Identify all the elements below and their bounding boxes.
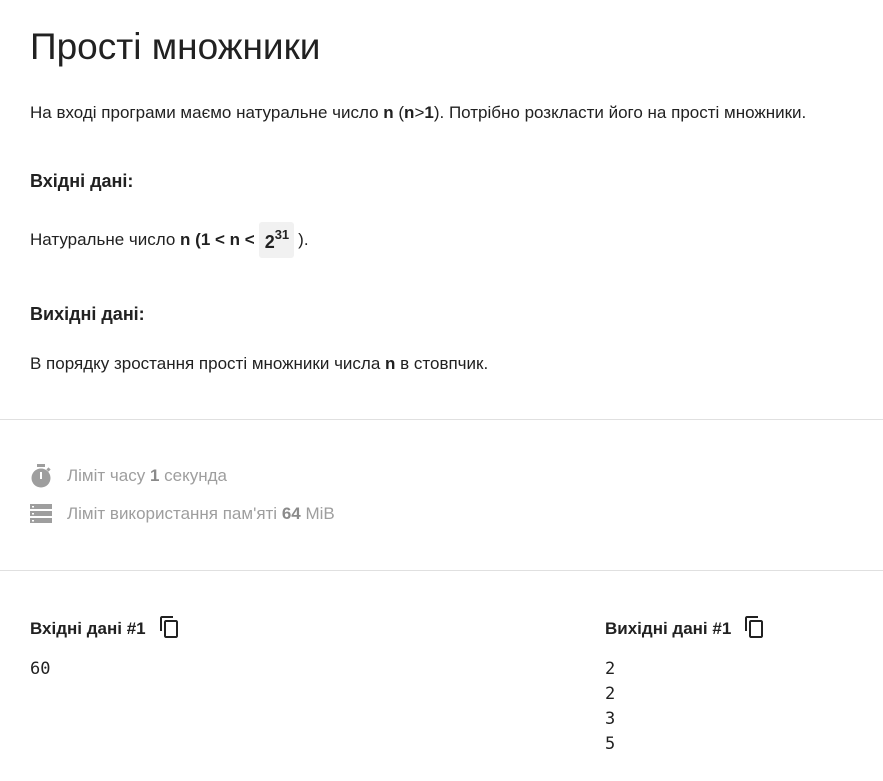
sample-input: Вхідні дані #1 60 — [30, 615, 180, 682]
input-text-after: ). — [298, 230, 309, 249]
input-heading: Вхідні дані: — [30, 171, 134, 191]
divider — [0, 570, 883, 571]
intro-paren: ( — [393, 103, 405, 122]
page-title: Прості множники — [30, 26, 321, 67]
memory-limit-unit: MiB — [300, 504, 335, 523]
sample-output: Вихідні дані #1 2 2 3 5 — [605, 615, 765, 757]
input-text-before: Натуральне число — [30, 230, 181, 249]
math-exponent: 31 — [274, 227, 290, 242]
sample-output-value: 2 2 3 5 — [605, 659, 616, 754]
output-description: В порядку зростання прості множники числ… — [30, 353, 853, 375]
intro-n2: n — [404, 103, 415, 122]
math-expression: 231 — [258, 222, 295, 258]
output-text-after: в стовпчик. — [395, 354, 489, 373]
math-base: 2 — [264, 232, 275, 252]
input-bold-range: n (1 < n < — [180, 230, 255, 249]
memory-limit-prefix: Ліміт використання пам'яті — [67, 504, 282, 523]
intro-n: n — [383, 103, 394, 122]
copy-icon — [745, 615, 764, 638]
memory-limit: Ліміт використання пам'яті 64 MiB — [30, 500, 335, 528]
stopwatch-icon — [31, 464, 51, 488]
time-limit-unit: секунда — [159, 466, 227, 485]
copy-icon — [159, 615, 178, 638]
memory-limit-value: 64 — [281, 504, 301, 523]
sample-input-label: Вхідні дані #1 — [30, 619, 146, 638]
sample-input-value: 60 — [30, 659, 51, 679]
memory-icon — [30, 504, 52, 523]
problem-statement: Прості множники На вході програми маємо … — [0, 0, 883, 375]
copy-output-button[interactable] — [745, 615, 765, 643]
intro-gt: > — [414, 103, 425, 122]
time-limit-prefix: Ліміт часу — [67, 466, 150, 485]
sample-output-header: Вихідні дані #1 — [605, 615, 765, 643]
limits-section: Ліміт часу 1 секунда Ліміт використання … — [30, 462, 335, 538]
sample-input-header: Вхідні дані #1 — [30, 615, 180, 643]
intro-paragraph: На вході програми маємо натуральне число… — [30, 102, 853, 124]
output-text-before: В порядку зростання прості множники числ… — [30, 354, 386, 373]
output-n: n — [385, 354, 396, 373]
time-limit: Ліміт часу 1 секунда — [30, 462, 335, 490]
output-heading: Вихідні дані: — [30, 304, 145, 324]
copy-input-button[interactable] — [159, 615, 180, 643]
sample-output-label: Вихідні дані #1 — [605, 619, 732, 638]
intro-text-before: На вході програми маємо натуральне число — [30, 103, 384, 122]
divider — [0, 419, 883, 420]
intro-text-after: ). Потрібно розкласти його на прості мно… — [433, 103, 807, 122]
input-description: Натуральне число n (1 < n <231). — [30, 222, 853, 258]
intro-one: 1 — [424, 103, 434, 122]
time-limit-value: 1 — [149, 466, 160, 485]
